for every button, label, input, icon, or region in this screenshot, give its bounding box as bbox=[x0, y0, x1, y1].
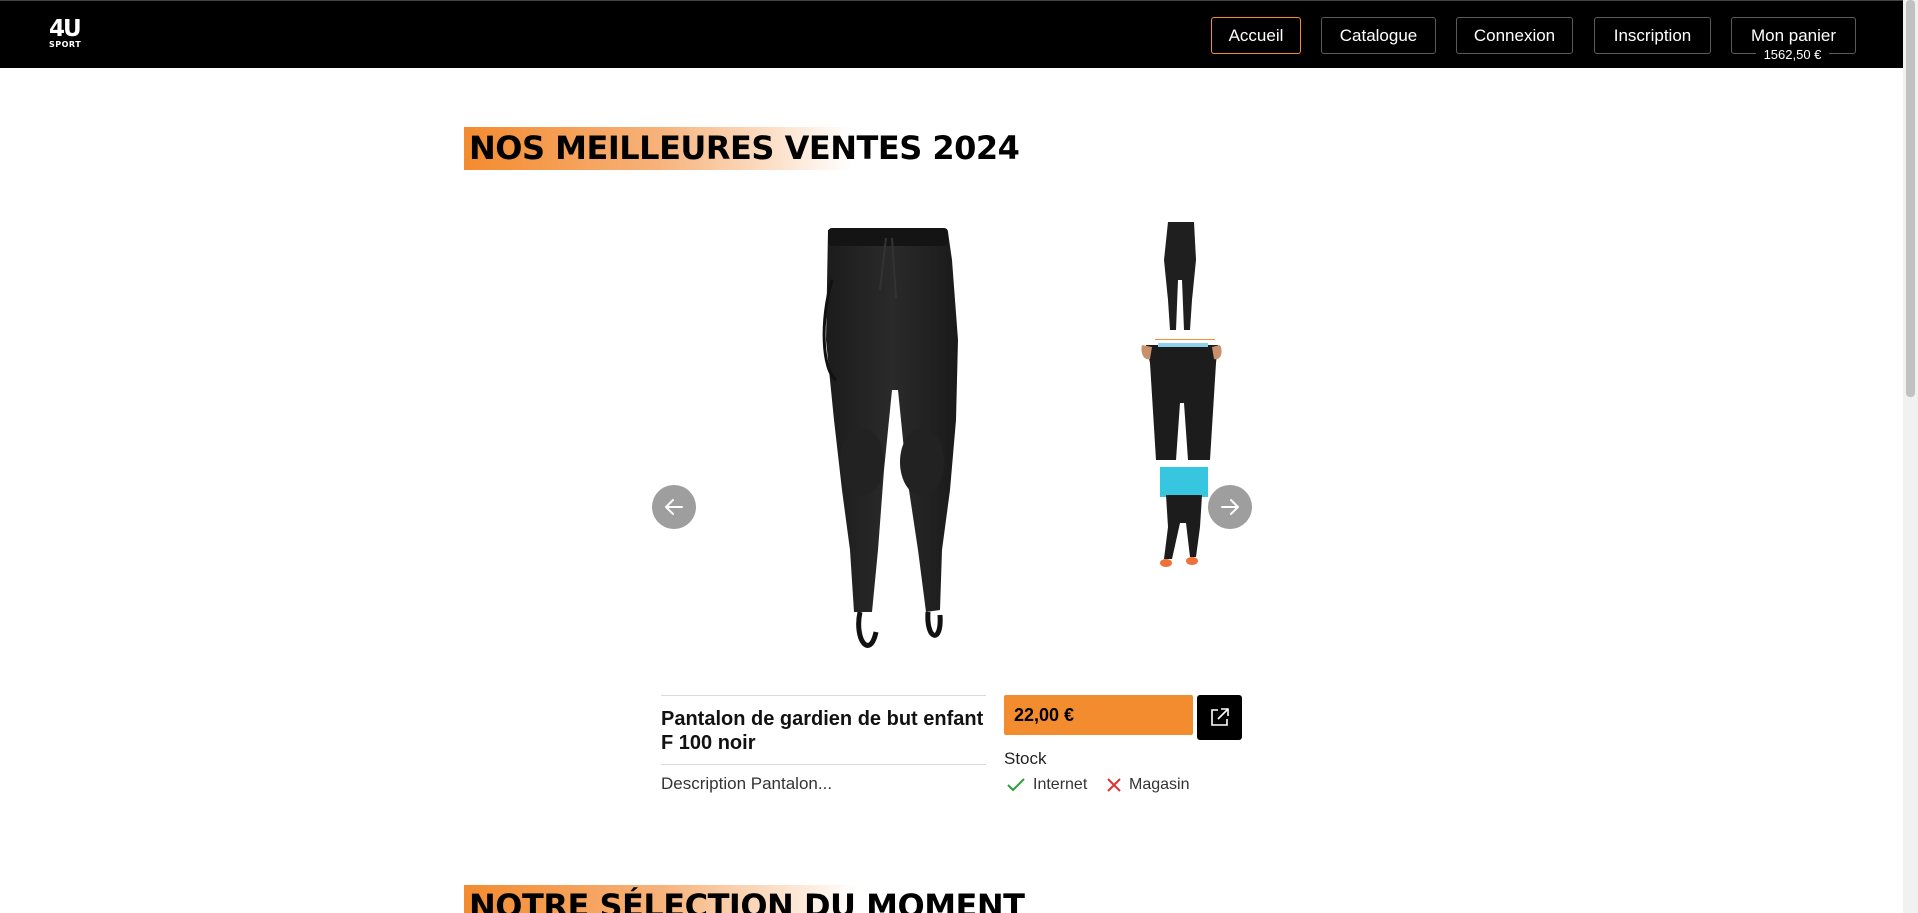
nav-inscription-button[interactable]: Inscription bbox=[1594, 17, 1711, 54]
external-link-icon bbox=[1211, 708, 1229, 726]
open-product-button[interactable] bbox=[1197, 695, 1242, 740]
availability-magasin: Magasin bbox=[1106, 776, 1189, 794]
page-scrollbar-thumb[interactable] bbox=[1906, 0, 1915, 397]
nav-accueil-button[interactable]: Accueil bbox=[1211, 17, 1301, 54]
nav-connexion-button[interactable]: Connexion bbox=[1456, 17, 1573, 54]
arrow-left-icon bbox=[665, 499, 683, 515]
cross-icon bbox=[1107, 778, 1121, 792]
carousel-next-button[interactable] bbox=[1208, 485, 1252, 529]
product-thumbnail-3[interactable] bbox=[1140, 467, 1225, 584]
product-name-bottom-divider bbox=[661, 764, 986, 765]
availability-magasin-label: Magasin bbox=[1129, 776, 1190, 793]
check-icon bbox=[1007, 778, 1025, 792]
cart-total-badge: 1562,50 € bbox=[1756, 46, 1829, 63]
stock-label: Stock bbox=[1004, 749, 1047, 768]
carousel-prev-button[interactable] bbox=[652, 485, 696, 529]
selection-section-title: NOTRE SÉLECTION DU MOMENT bbox=[464, 885, 1025, 913]
product-main-image[interactable] bbox=[780, 220, 1020, 670]
logo-wordmark: SPORT bbox=[49, 40, 82, 49]
product-description: Description Pantalon... bbox=[661, 774, 833, 793]
arrow-right-icon bbox=[1221, 499, 1239, 515]
product-price: 22,00 € bbox=[1004, 695, 1193, 735]
nav-catalogue-button[interactable]: Catalogue bbox=[1321, 17, 1436, 54]
product-thumbnail-1[interactable] bbox=[1140, 220, 1225, 337]
product-name-top-divider bbox=[661, 695, 986, 696]
availability-internet: Internet bbox=[1006, 776, 1087, 794]
product-thumbnisl-2[interactable] bbox=[1140, 343, 1225, 460]
brand-logo[interactable]: 4U SPORT bbox=[49, 18, 85, 52]
thumbnail-active-indicator bbox=[1155, 339, 1215, 340]
logo-mark: 4U bbox=[49, 16, 82, 42]
bestsellers-section-title: NOS MEILLEURES VENTES 2024 bbox=[464, 127, 1020, 170]
availability-internet-label: Internet bbox=[1033, 776, 1088, 793]
product-name[interactable]: Pantalon de gardien de but enfant F 100 … bbox=[661, 707, 986, 755]
top-navigation-bar: 4U SPORT Accueil Catalogue Connexion Ins… bbox=[0, 0, 1903, 68]
